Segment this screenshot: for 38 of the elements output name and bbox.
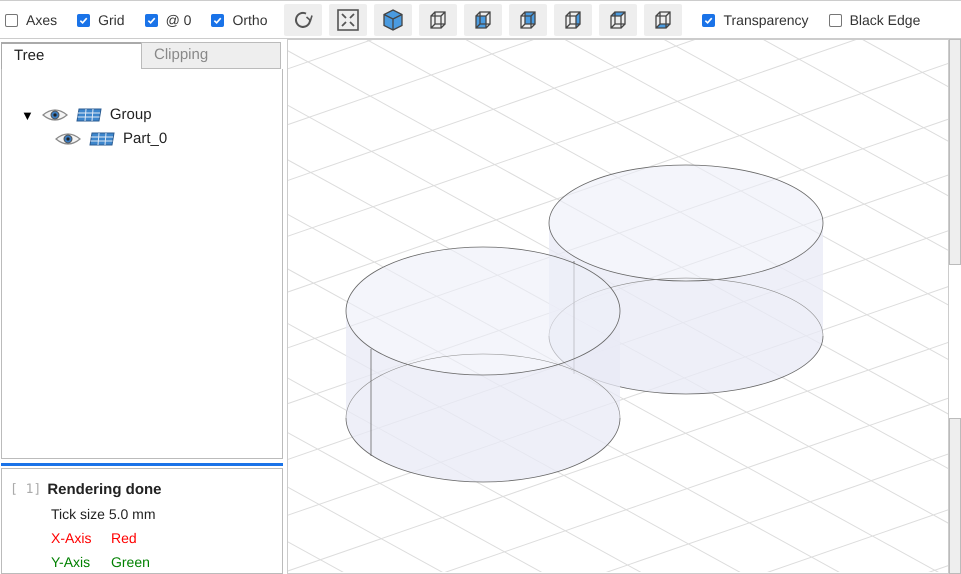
checkbox[interactable]	[702, 14, 716, 26]
option-label: Grid	[98, 10, 125, 30]
log-title: Rendering done	[47, 480, 162, 500]
option-label: Ortho	[232, 10, 268, 30]
fit-view-button[interactable]	[329, 4, 368, 36]
eye-icon[interactable]	[55, 132, 81, 146]
option-label: Axes	[26, 10, 58, 30]
option-label: @ 0	[166, 10, 192, 30]
mesh-icon	[89, 132, 115, 146]
view-button[interactable]	[554, 4, 592, 36]
reset-view-button[interactable]	[284, 4, 322, 36]
tree-item[interactable]: Part_0	[123, 128, 168, 151]
axis-label: Y-Axis	[51, 553, 92, 572]
view-button[interactable]	[644, 4, 682, 36]
axis-color-name: Red	[111, 529, 137, 548]
view-button[interactable]	[419, 4, 458, 36]
tree-item[interactable]: Group	[110, 104, 152, 127]
view-button[interactable]	[599, 4, 638, 36]
checkbox[interactable]	[5, 14, 18, 26]
eye-icon[interactable]	[42, 108, 68, 122]
expand-toggle[interactable]: ▼	[21, 108, 34, 122]
axis-label: X-Axis	[51, 529, 92, 548]
option-label: Transparency	[723, 10, 809, 30]
view-button[interactable]	[464, 4, 502, 36]
log-message: Tick size 5.0 mm	[50, 505, 156, 524]
checkbox[interactable]	[144, 14, 158, 26]
tab[interactable]: Tree	[1, 42, 141, 70]
checkbox[interactable]	[77, 14, 90, 26]
axis-color-name: Green	[111, 553, 150, 572]
checkbox[interactable]	[211, 14, 224, 26]
iso-view-button[interactable]	[374, 4, 412, 36]
cube-icon	[381, 8, 406, 32]
view-button[interactable]	[509, 4, 548, 36]
fit-icon	[336, 8, 360, 32]
log-index: [ 1]	[10, 481, 42, 499]
option-label: Black Edge	[850, 10, 920, 30]
mesh-icon	[76, 108, 102, 122]
checkbox[interactable]	[828, 14, 842, 26]
